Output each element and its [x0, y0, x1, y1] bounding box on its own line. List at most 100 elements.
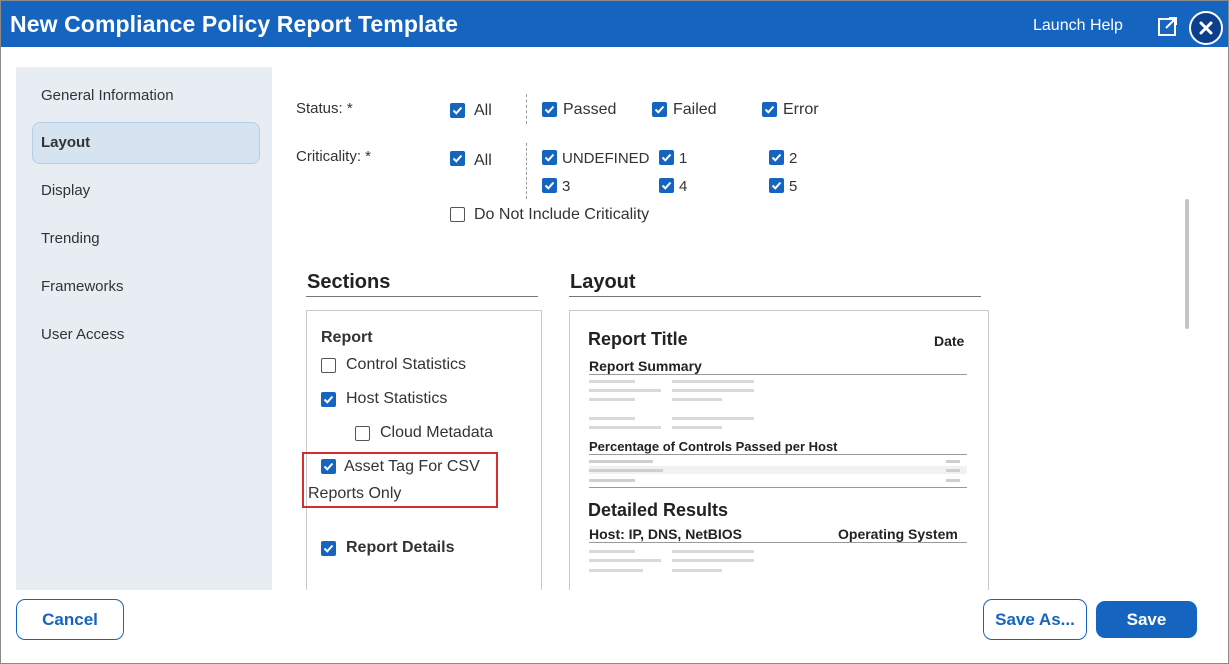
criticality-2-checkbox[interactable] — [769, 150, 784, 165]
layout-heading-rule — [569, 296, 981, 297]
preview-detailed-results: Detailed Results — [588, 500, 729, 520]
check-icon — [771, 181, 782, 190]
status-label: Status: * — [296, 100, 353, 117]
sidebar-item-trending[interactable]: Trending — [32, 218, 260, 260]
criticality-label: Criticality: * — [296, 148, 372, 165]
title-bar: New Compliance Policy Report Template La… — [1, 1, 1228, 47]
placeholder-line — [589, 569, 643, 572]
criticality-all-label: All — [474, 152, 492, 169]
save-as-button[interactable]: Save As... — [983, 599, 1087, 640]
check-icon — [452, 154, 463, 163]
popout-icon[interactable] — [1157, 15, 1179, 37]
save-button[interactable]: Save — [1096, 601, 1197, 638]
preview-date: Date — [934, 333, 965, 349]
placeholder-line — [672, 569, 722, 572]
preview-host-column: Host: IP, DNS, NetBIOS — [589, 526, 742, 542]
check-icon — [544, 153, 555, 162]
placeholder-line — [589, 559, 661, 562]
report-details-checkbox[interactable] — [321, 541, 336, 556]
sidebar-item-layout[interactable]: Layout — [32, 122, 260, 164]
placeholder-line — [946, 469, 960, 472]
placeholder-line — [672, 417, 754, 420]
criticality-4-label: 4 — [679, 178, 688, 195]
placeholder-line — [589, 398, 635, 401]
asset-tag-csv-checkbox[interactable] — [321, 459, 336, 474]
status-all-checkbox[interactable] — [450, 103, 465, 118]
placeholder-line — [946, 479, 960, 482]
placeholder-line — [589, 550, 635, 553]
cloud-metadata-label: Cloud Metadata — [380, 424, 493, 441]
sidebar: General Information Layout Display Trend… — [16, 67, 272, 590]
placeholder-line — [672, 550, 754, 553]
criticality-3-label: 3 — [562, 178, 571, 195]
check-icon — [323, 544, 334, 553]
criticality-undefined-label: UNDEFINED — [562, 150, 650, 167]
check-icon — [323, 395, 334, 404]
status-passed-label: Passed — [563, 101, 617, 118]
check-icon — [544, 181, 555, 190]
check-icon — [323, 462, 334, 471]
preview-rule — [589, 454, 967, 455]
placeholder-line — [589, 479, 635, 482]
launch-help-link[interactable]: Launch Help — [1033, 17, 1123, 35]
check-icon — [661, 153, 672, 162]
placeholder-line — [589, 469, 663, 472]
host-statistics-label: Host Statistics — [346, 390, 448, 407]
check-icon — [764, 105, 775, 114]
close-icon — [1199, 21, 1213, 35]
layout-heading: Layout — [570, 271, 636, 293]
status-all-label: All — [474, 102, 492, 119]
cloud-metadata-checkbox[interactable] — [355, 426, 370, 441]
criticality-1-checkbox[interactable] — [659, 150, 674, 165]
criticality-4-checkbox[interactable] — [659, 178, 674, 193]
placeholder-line — [589, 380, 635, 383]
check-icon — [452, 106, 463, 115]
check-icon — [771, 153, 782, 162]
preview-rule — [589, 487, 967, 488]
preview-rule — [589, 542, 967, 543]
criticality-2-label: 2 — [789, 150, 798, 167]
sidebar-item-frameworks[interactable]: Frameworks — [32, 266, 260, 308]
preview-os-column: Operating System — [838, 526, 958, 542]
status-error-checkbox[interactable] — [762, 102, 777, 117]
status-passed-checkbox[interactable] — [542, 102, 557, 117]
criticality-5-checkbox[interactable] — [769, 178, 784, 193]
vertical-scrollbar[interactable] — [1185, 199, 1189, 329]
check-icon — [654, 105, 665, 114]
criticality-1-label: 1 — [679, 150, 688, 167]
check-icon — [661, 181, 672, 190]
divider — [526, 94, 527, 124]
criticality-3-checkbox[interactable] — [542, 178, 557, 193]
placeholder-line — [589, 460, 653, 463]
status-error-label: Error — [783, 101, 819, 118]
report-details-label: Report Details — [346, 539, 455, 556]
do-not-include-criticality-label: Do Not Include Criticality — [474, 206, 650, 223]
check-icon — [544, 105, 555, 114]
preview-report-summary: Report Summary — [589, 358, 702, 374]
placeholder-line — [589, 389, 661, 392]
preview-rule — [589, 374, 967, 375]
cancel-button[interactable]: Cancel — [16, 599, 124, 640]
layout-preview-panel: Report Title Date Report Summary Percent… — [569, 310, 989, 590]
divider — [526, 143, 527, 199]
preview-percentage-heading: Percentage of Controls Passed per Host — [589, 439, 838, 454]
sidebar-item-user-access[interactable]: User Access — [32, 314, 260, 356]
criticality-undefined-checkbox[interactable] — [542, 150, 557, 165]
status-failed-checkbox[interactable] — [652, 102, 667, 117]
criticality-5-label: 5 — [789, 178, 798, 195]
asset-tag-csv-label: Asset Tag For CSV — [344, 458, 480, 475]
do-not-include-criticality-checkbox[interactable] — [450, 207, 465, 222]
control-statistics-checkbox[interactable] — [321, 358, 336, 373]
sidebar-item-display[interactable]: Display — [32, 170, 260, 212]
close-button[interactable] — [1189, 11, 1223, 45]
sidebar-item-general-information[interactable]: General Information — [32, 75, 260, 117]
report-group-label: Report — [321, 329, 373, 346]
placeholder-line — [672, 559, 754, 562]
placeholder-line — [672, 398, 722, 401]
placeholder-line — [672, 426, 722, 429]
placeholder-line — [672, 389, 754, 392]
placeholder-line — [672, 380, 754, 383]
sections-heading-rule — [306, 296, 538, 297]
criticality-all-checkbox[interactable] — [450, 151, 465, 166]
host-statistics-checkbox[interactable] — [321, 392, 336, 407]
